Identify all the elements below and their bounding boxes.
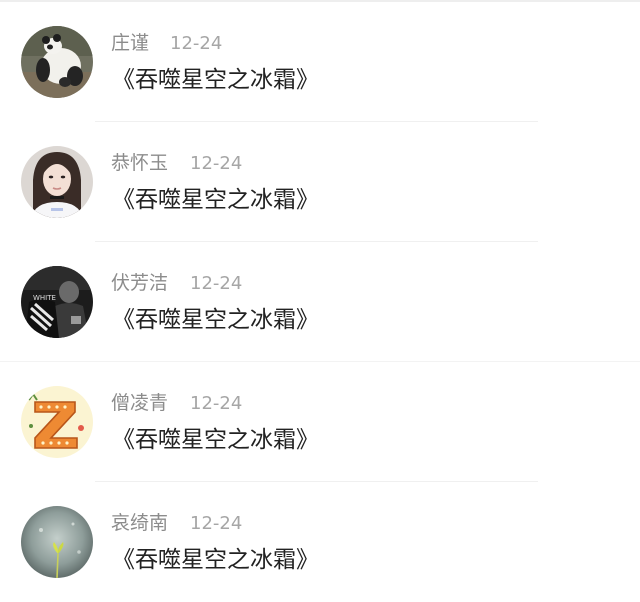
- username[interactable]: 庄谨: [111, 32, 149, 54]
- user-avatar[interactable]: [21, 386, 93, 458]
- comment-item[interactable]: 恭怀玉 12-24 《吞噬星空之冰霜》: [0, 122, 640, 242]
- comment-item[interactable]: 庄谨 12-24 《吞噬星空之冰霜》: [0, 2, 640, 122]
- panda-photo-avatar-icon: [21, 26, 93, 98]
- comment-text: 《吞噬星空之冰霜》: [112, 307, 319, 333]
- username[interactable]: 伏芳洁: [111, 272, 168, 294]
- user-avatar[interactable]: [21, 146, 93, 218]
- comment-text: 《吞噬星空之冰霜》: [112, 427, 319, 453]
- user-avatar[interactable]: [21, 26, 93, 98]
- user-avatar[interactable]: [21, 506, 93, 578]
- dark-streetwear-avatar-icon: WHITE: [21, 266, 93, 338]
- comment-date: 12-24: [190, 153, 243, 174]
- username[interactable]: 恭怀玉: [111, 152, 168, 174]
- comment-list: 庄谨 12-24 《吞噬星空之冰霜》 恭怀玉 12-24 《吞噬星空之冰霜》 W…: [0, 2, 640, 602]
- comment-item[interactable]: WHITE 伏芳洁 12-24 《吞噬星空之冰霜》: [0, 242, 640, 362]
- comment-item[interactable]: 僧凌青 12-24 《吞噬星空之冰霜》: [0, 362, 640, 482]
- user-avatar[interactable]: WHITE: [21, 266, 93, 338]
- username[interactable]: 僧凌青: [111, 392, 168, 414]
- comment-text: 《吞噬星空之冰霜》: [112, 547, 319, 573]
- comment-text: 《吞噬星空之冰霜》: [112, 187, 319, 213]
- comment-item[interactable]: 哀绮南 12-24 《吞噬星空之冰霜》: [0, 482, 640, 602]
- comment-date: 12-24: [190, 513, 243, 534]
- username[interactable]: 哀绮南: [111, 512, 168, 534]
- comment-text: 《吞噬星空之冰霜》: [112, 67, 319, 93]
- plant-sprout-avatar-icon: [21, 506, 93, 578]
- comment-date: 12-24: [170, 33, 223, 54]
- svg-text:WHITE: WHITE: [33, 294, 56, 302]
- girl-portrait-avatar-icon: [21, 146, 93, 218]
- letter-z-avatar-icon: [21, 386, 93, 458]
- comment-date: 12-24: [190, 273, 243, 294]
- comment-date: 12-24: [190, 393, 243, 414]
